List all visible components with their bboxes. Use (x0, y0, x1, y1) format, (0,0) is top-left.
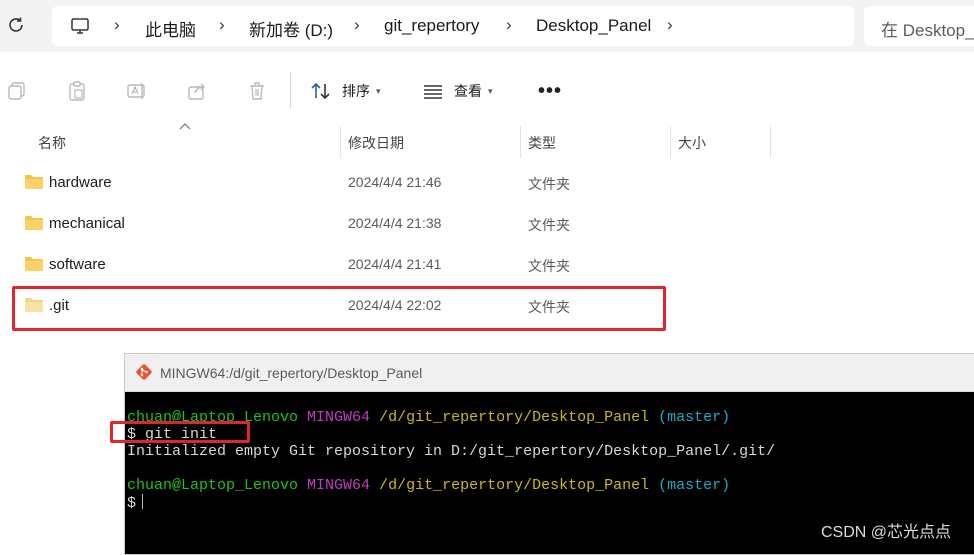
terminal-title-bar[interactable]: MINGW64:/d/git_repertory/Desktop_Panel (125, 354, 974, 392)
file-type: 文件夹 (528, 258, 570, 274)
computer-icon[interactable] (70, 16, 90, 36)
more-options-button[interactable]: ••• (538, 80, 562, 103)
text-cursor (142, 494, 144, 509)
file-row[interactable]: software 2024/4/4 21:41 文件夹 (14, 246, 774, 284)
view-button[interactable]: 查看 ▾ (422, 79, 493, 103)
view-icon (424, 85, 442, 99)
chevron-down-icon: ▾ (488, 85, 493, 96)
paste-icon[interactable] (66, 80, 88, 102)
delete-icon[interactable] (246, 80, 268, 102)
sort-button[interactable]: 排序 ▾ (310, 79, 381, 103)
refresh-icon[interactable] (6, 15, 26, 35)
column-header-type[interactable]: 类型 (520, 127, 670, 157)
folder-icon (25, 216, 43, 230)
chevron-right-icon[interactable]: › (667, 15, 673, 35)
watermark: CSDN @芯光点点 (821, 524, 952, 541)
rename-icon[interactable] (126, 80, 148, 102)
search-input[interactable]: 在 Desktop_Panel 中搜索 (864, 6, 974, 46)
chevron-right-icon[interactable]: › (114, 15, 120, 35)
terminal-prompt-line: chuan@Laptop_Lenovo MINGW64 /d/git_reper… (127, 477, 731, 494)
column-header-modified[interactable]: 修改日期 (340, 127, 520, 157)
breadcrumb-item-this-pc[interactable]: 此电脑 (145, 16, 196, 41)
chevron-down-icon: ▾ (376, 85, 381, 96)
file-name: software (49, 256, 106, 273)
file-row[interactable]: mechanical 2024/4/4 21:38 文件夹 (14, 205, 774, 243)
file-name: hardware (49, 174, 112, 191)
terminal-title: MINGW64:/d/git_repertory/Desktop_Panel (160, 365, 423, 381)
column-divider[interactable] (770, 126, 771, 158)
file-modified: 2024/4/4 21:38 (348, 215, 442, 231)
breadcrumb-item-drive[interactable]: 新加卷 (D:) (249, 16, 333, 41)
file-row[interactable]: hardware 2024/4/4 21:46 文件夹 (14, 164, 774, 202)
file-type: 文件夹 (528, 176, 570, 192)
highlight-box-git-folder (12, 286, 666, 331)
copy-icon[interactable] (6, 80, 28, 102)
breadcrumb-item-git-repertory[interactable]: git_repertory (384, 16, 479, 36)
terminal-output-line: Initialized empty Git repository in D:/g… (127, 443, 776, 460)
chevron-right-icon[interactable]: › (354, 15, 360, 35)
file-modified: 2024/4/4 21:46 (348, 174, 442, 190)
sort-label: 排序 (342, 83, 370, 99)
chevron-right-icon[interactable]: › (219, 15, 225, 35)
chevron-right-icon[interactable]: › (506, 15, 512, 35)
sort-icon (311, 82, 330, 100)
highlight-box-git-init (110, 421, 250, 443)
share-icon[interactable] (186, 80, 208, 102)
folder-icon (25, 175, 43, 189)
folder-icon (25, 257, 43, 271)
terminal-input-line[interactable]: $ (127, 494, 144, 512)
breadcrumb-item-desktop-panel[interactable]: Desktop_Panel (536, 16, 651, 36)
address-row: › 此电脑 › 新加卷 (D:) › git_repertory › Deskt… (0, 0, 974, 52)
breadcrumb[interactable]: › 此电脑 › 新加卷 (D:) › git_repertory › Deskt… (52, 6, 854, 46)
file-type: 文件夹 (528, 217, 570, 233)
column-header-size[interactable]: 大小 (670, 127, 770, 157)
column-header-name[interactable]: 名称 (30, 127, 340, 157)
file-name: mechanical (49, 215, 125, 232)
file-modified: 2024/4/4 21:41 (348, 256, 442, 272)
search-placeholder: 在 Desktop_Panel 中搜索 (881, 21, 974, 40)
toolbar-divider (290, 72, 291, 108)
command-bar: 排序 ▾ 查看 ▾ ••• (0, 60, 974, 120)
git-logo-icon (136, 364, 152, 380)
view-label: 查看 (454, 83, 482, 99)
